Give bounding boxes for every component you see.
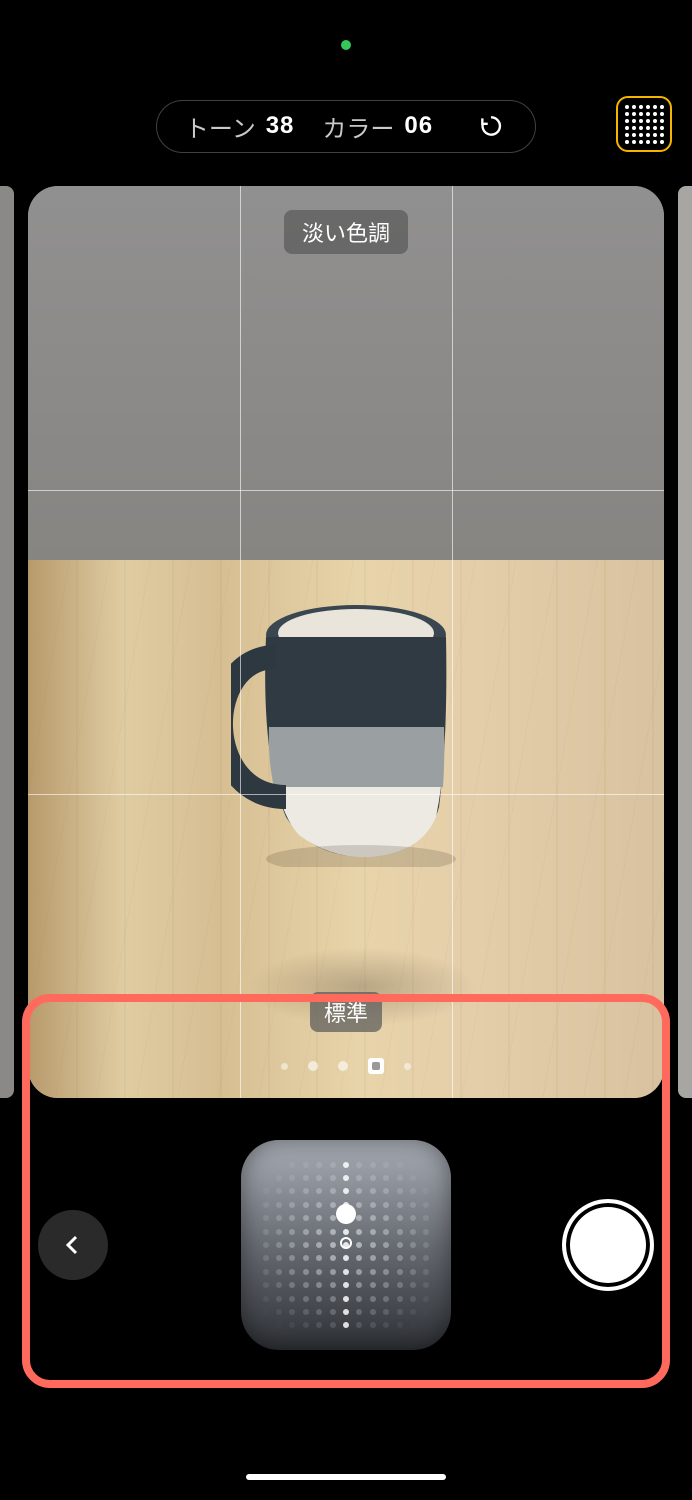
tone-pad-current[interactable]	[336, 1204, 356, 1224]
shutter-button[interactable]	[562, 1199, 654, 1291]
mode-name-badge: 標準	[310, 992, 382, 1032]
style-dot-3-active[interactable]	[368, 1058, 384, 1074]
tone-label: トーン	[185, 109, 256, 144]
back-button[interactable]	[38, 1210, 108, 1280]
chevron-left-icon	[61, 1233, 85, 1257]
tone-pad-origin	[340, 1237, 352, 1249]
home-indicator[interactable]	[246, 1474, 446, 1480]
style-dot-2[interactable]	[338, 1061, 348, 1071]
style-name-badge: 淡い色調	[284, 210, 408, 254]
tone-color-pad[interactable]	[241, 1140, 451, 1350]
next-style-peek[interactable]	[678, 186, 692, 1098]
style-dot-4[interactable]	[404, 1063, 411, 1070]
bottom-controls	[0, 1120, 692, 1370]
camera-active-indicator	[341, 40, 351, 50]
style-dot-1[interactable]	[308, 1061, 318, 1071]
subject-mug	[231, 587, 461, 867]
viewfinder[interactable]: 淡い色調 標準	[28, 186, 664, 1098]
style-grid-icon	[625, 105, 664, 144]
tone-segment[interactable]: トーン 38	[185, 109, 295, 144]
style-dot-0[interactable]	[281, 1063, 288, 1070]
color-value: 06	[404, 112, 433, 140]
reset-icon[interactable]	[475, 110, 507, 142]
prev-style-peek[interactable]	[0, 186, 14, 1098]
color-segment[interactable]: カラー 06	[322, 109, 433, 144]
style-page-indicator[interactable]	[281, 1058, 411, 1074]
tone-color-pill[interactable]: トーン 38 カラー 06	[156, 100, 536, 153]
color-label: カラー	[322, 109, 394, 144]
style-grid-button[interactable]	[616, 96, 672, 152]
top-controls: トーン 38 カラー 06	[0, 96, 692, 156]
tone-value: 38	[266, 112, 295, 140]
